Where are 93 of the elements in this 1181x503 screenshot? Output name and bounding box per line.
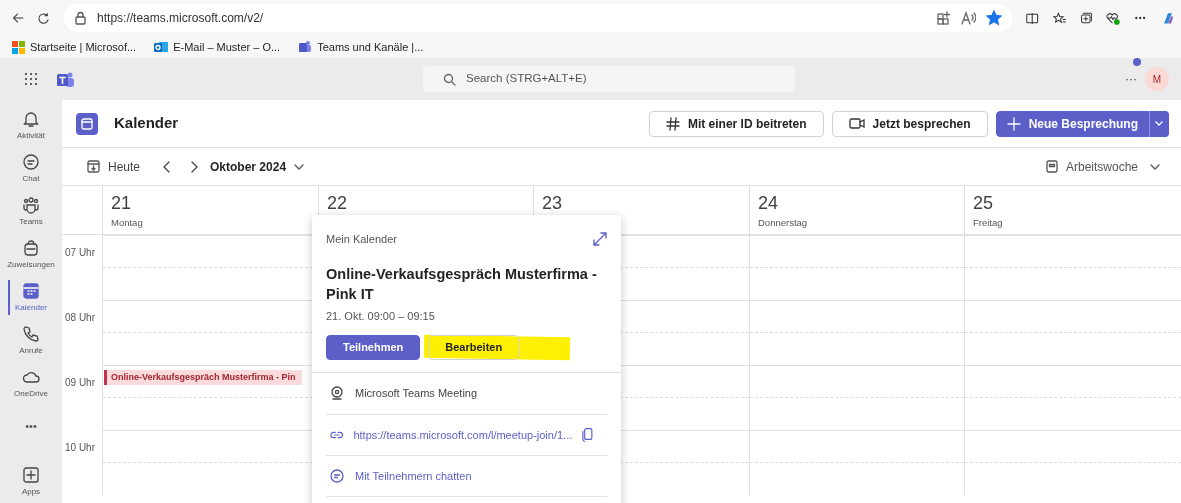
day-number: 21 — [111, 194, 133, 212]
lock-icon — [74, 11, 88, 25]
backpack-icon — [22, 238, 40, 257]
sidebar-item[interactable]: Anrufe — [0, 319, 62, 362]
day-number: 25 — [973, 194, 995, 212]
weekday-label: Montag — [111, 216, 144, 230]
expand-icon[interactable] — [593, 232, 607, 247]
add-app-icon — [22, 465, 40, 484]
join-with-id-button[interactable]: Mit einer ID beitreten — [648, 110, 824, 137]
sidebar-label: OneDrive — [14, 387, 48, 400]
sidebar-label: Apps — [21, 485, 41, 498]
sidebar-item[interactable]: Zuweisungen — [0, 233, 62, 276]
back-icon[interactable] — [12, 11, 25, 25]
sidebar-item[interactable]: OneDrive — [0, 362, 62, 405]
search-icon — [443, 72, 456, 86]
sidebar-item[interactable]: Aktivität — [0, 104, 62, 147]
today-button[interactable]: Heute — [86, 156, 142, 177]
copy-icon[interactable] — [582, 427, 593, 443]
bookmark-link[interactable]: Startseite | Microsof... — [12, 38, 137, 56]
day-number: 23 — [542, 194, 564, 212]
mail-app-icon — [154, 40, 169, 54]
new-meeting-button[interactable]: Neue Besprechung — [995, 110, 1149, 137]
sidebar-item[interactable]: Apps — [0, 460, 62, 503]
star-icon[interactable] — [986, 10, 1003, 26]
location-text: Microsoft Teams Meeting — [355, 386, 478, 401]
people-icon — [22, 195, 40, 214]
today-icon — [87, 160, 100, 173]
search-field[interactable]: Search (STRG+ALT+E) — [423, 66, 795, 92]
windows-logo-icon — [12, 40, 25, 54]
phone-icon — [22, 324, 40, 343]
hour-label: 10 Uhr — [65, 442, 95, 453]
join-button[interactable]: Teilnehmen — [326, 334, 421, 360]
chevron-down-icon — [1155, 121, 1163, 126]
weekday-label: Freitag — [973, 216, 1004, 230]
read-aloud-icon[interactable] — [961, 11, 977, 25]
chat-link[interactable]: Mit Teilnehmern chatten — [355, 467, 472, 484]
hash-icon — [665, 116, 680, 131]
hour-label: 07 Uhr — [65, 247, 95, 258]
chat-icon — [22, 152, 40, 171]
video-icon — [848, 116, 865, 131]
meet-now-button[interactable]: Jetzt besprechen — [831, 110, 988, 137]
event-title: Online-Verkaufsgespräch Musterfirma - Pink IT — [326, 264, 598, 304]
favorites-icon[interactable] — [1052, 11, 1066, 25]
chevron-down-icon — [294, 163, 305, 170]
hour-label: 09 Uhr — [65, 377, 95, 388]
sidebar-label: Anrufe — [19, 344, 43, 357]
day-number: 22 — [327, 194, 349, 212]
sidebar-item[interactable]: Teams — [0, 190, 62, 233]
sidebar-label: Kalender — [15, 301, 47, 314]
week-view-icon — [1045, 160, 1058, 173]
people-app-icon — [298, 40, 313, 54]
split-screen-icon[interactable] — [1026, 10, 1039, 26]
user-avatar[interactable]: M — [1145, 67, 1169, 91]
sidebar-label: Zuweisungen — [7, 258, 55, 271]
edit-button[interactable]: Bearbeiten — [428, 334, 520, 360]
plus-icon — [1006, 116, 1021, 131]
notification-dot-icon — [1133, 58, 1141, 66]
more-button[interactable]: ··· — [1125, 70, 1137, 88]
calendar-icon — [22, 281, 40, 300]
chat-icon — [330, 468, 345, 483]
more-text: ••• — [25, 419, 37, 435]
weekday-label: Donnerstag — [758, 216, 809, 230]
sidebar-label: Aktivität — [17, 129, 45, 142]
address-bar[interactable]: https://teams.microsoft.com/v2/ — [64, 4, 1013, 32]
page-title: Kalender — [114, 113, 180, 134]
calendar-name: Mein Kalender — [326, 232, 397, 247]
collections-icon[interactable] — [1079, 10, 1093, 26]
url-text: https://teams.microsoft.com/v2/ — [97, 10, 265, 27]
sidebar-label: Chat — [22, 172, 40, 185]
app-grid-icon[interactable] — [937, 11, 952, 25]
bookmark-link[interactable]: E-Mail – Muster – O... — [154, 38, 281, 56]
sidebar-item[interactable]: Chat — [0, 147, 62, 190]
bell-icon — [22, 109, 40, 128]
next-icon[interactable] — [191, 160, 200, 173]
app-launcher-icon[interactable] — [24, 72, 38, 86]
day-number: 24 — [758, 194, 780, 212]
sidebar-item[interactable]: ••• — [0, 405, 62, 448]
event-time: 21. Okt. 09:00 – 09:15 — [326, 308, 436, 324]
sidebar-item[interactable]: Kalender — [0, 276, 62, 319]
calendar-app-icon — [76, 112, 98, 135]
month-picker[interactable]: Oktober 2024 — [209, 156, 306, 177]
sidebar-label: Teams — [19, 215, 43, 228]
chevron-down-icon — [1150, 163, 1160, 170]
dropdown-button[interactable] — [1149, 110, 1169, 137]
meeting-link[interactable]: https://teams.microsoft.com/l/meetup-join/1... — [353, 426, 573, 443]
hour-label: 08 Uhr — [65, 312, 95, 323]
view-picker[interactable]: Arbeitswoche — [1044, 156, 1161, 177]
teams-logo-icon[interactable] — [56, 70, 75, 88]
search-placeholder: Search (STRG+ALT+E) — [466, 71, 587, 87]
bookmark-link[interactable]: Teams und Kanäle |... — [298, 38, 424, 56]
calendar-event[interactable]: Online-Verkaufsgespräch Musterfirma - Pin — [104, 370, 302, 385]
refresh-icon[interactable] — [38, 10, 51, 26]
previous-icon[interactable] — [163, 160, 172, 173]
